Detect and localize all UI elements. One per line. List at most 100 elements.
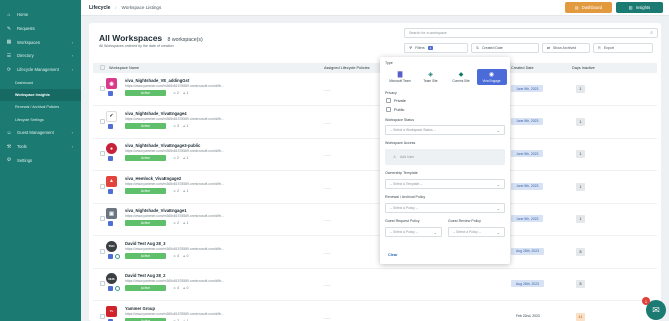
workspace-url[interactable]: https://www.yammer.com/m365x81578589.onm… (125, 214, 245, 218)
assigned-policy: ----- (324, 152, 331, 157)
guest-review-select[interactable]: -- Select a Policy -- ⌄ (448, 227, 505, 237)
table-row[interactable]: NHS David Test Aug 28_2 https://www.yammer… (93, 269, 657, 301)
workspace-url[interactable]: https://www.yammer.com/m365x81578589.onm… (125, 312, 245, 316)
table-row[interactable]: ● viva_Nightshade_VivaEngage3-public https… (93, 139, 657, 171)
type-tile-comms-site[interactable]: ◆ Comms Site (446, 69, 476, 85)
row-checkbox[interactable] (100, 183, 105, 189)
sidebar-item-settings[interactable]: ⚙ Settings (0, 153, 81, 167)
days-inactive: 1 (576, 215, 585, 223)
type-tile-microsoft-team[interactable]: ▇ Microsoft Team (385, 69, 415, 85)
sidebar-subitem-dashboard[interactable]: Dashboard (0, 76, 81, 88)
workspace-url[interactable]: https://www.yammer.com/m365x81578589.onm… (125, 149, 245, 153)
dashboard-button[interactable]: ▤ Dashboard (565, 2, 612, 13)
row-checkbox[interactable] (100, 86, 105, 91)
status-select[interactable]: -- Select a Workspace Status -- ⌄ (385, 125, 505, 135)
workspace-logo: ● (106, 143, 117, 154)
insights-button-label: Insights (635, 5, 651, 10)
members-count: ☺ 4 (173, 286, 179, 290)
tools-icon: ⚒ (6, 143, 12, 150)
privacy-private-option[interactable]: Private (386, 98, 406, 103)
workspace-url[interactable]: https://www.yammer.com/m365x81578589.onm… (125, 117, 245, 121)
created-date: June 5th, 2023 (511, 150, 544, 157)
column-days-inactive[interactable]: Days Inactive (572, 66, 595, 70)
sidebar-item-lifecycle-management[interactable]: ⟳ Lifecycle Management › (0, 63, 81, 77)
row-checkbox[interactable] (100, 118, 105, 124)
workspace-name[interactable]: viva_Nightshade_VE_addingGst (125, 78, 189, 83)
search-input[interactable]: Search for a workspace ⌕ (404, 28, 658, 38)
chevron-down-icon: ⌄ (496, 205, 500, 211)
table-row[interactable]: ◉ viva_Nightshade_VE_addingGst https://www… (93, 74, 657, 106)
table-row[interactable]: ✓ viva_Nightshade_VivaEngage4 https://www.… (93, 107, 657, 139)
gear-icon: ⚙ (6, 157, 12, 164)
workspace-name[interactable]: viva_Nightshade_VivaEngage1 (125, 208, 187, 213)
column-workspace-name[interactable]: Workspace Name (109, 66, 139, 70)
add-user-field[interactable]: ♙ Add User (385, 149, 505, 165)
sidebar-item-directory[interactable]: ☰ Directory › (0, 49, 81, 63)
privacy-public-checkbox[interactable] (386, 107, 391, 112)
viva-engage-icon (108, 123, 113, 129)
table-row[interactable]: TED David Test Aug 28_3 https://www.yammer… (93, 237, 657, 269)
template-select[interactable]: -- Select a Template -- ⌄ (385, 179, 505, 189)
row-checkbox[interactable] (100, 151, 105, 156)
filters-button[interactable]: ⧩ Filters 4 (404, 43, 468, 53)
chat-icon: ✉ (652, 304, 660, 315)
workspace-name[interactable]: David Test Aug 28_3 (125, 241, 166, 246)
status-badge: Active (125, 122, 166, 129)
guest-review-label: Guest Review Policy (448, 219, 481, 223)
select-all-checkbox[interactable] (100, 65, 105, 70)
dashboard-icon: ▤ (574, 5, 579, 10)
assigned-policy: ----- (324, 282, 331, 287)
type-tile-team-site[interactable]: ◈ Team Site (416, 69, 446, 85)
type-tile-viva-engage[interactable]: ◉ Viva Engage (476, 69, 507, 85)
row-checkbox[interactable] (100, 216, 105, 221)
sidebar-item-tools[interactable]: ⚒ Tools › (0, 140, 81, 154)
sidebar-item-requests[interactable]: ✎ Requests (0, 22, 81, 36)
insights-button[interactable]: ▥ Insights (616, 2, 663, 13)
show-archived-toggle[interactable]: ⇄ Show Archived (542, 43, 590, 53)
sidebar-subitem-renewal-archival-policies[interactable]: Renewal / Archival Policies (0, 101, 81, 113)
sidebar-item-label: Workspaces (17, 39, 40, 45)
sidebar-item-guest-management[interactable]: ☺ Guest Management › (0, 126, 81, 140)
table-row[interactable]: ▣ viva_Nightshade_VivaEngage1 https://www.… (93, 204, 657, 236)
workspace-name[interactable]: viva_Hemlock_VivaEngage2 (125, 176, 181, 181)
sidebar-subitem-lifecycle-settings[interactable]: Lifecycle Settings (0, 114, 81, 126)
workspace-url[interactable]: https://www.yammer.com/m365x81578589.onm… (125, 279, 245, 283)
sidebar-subitem-workspace-insights[interactable]: Workspace Insights (0, 88, 81, 102)
sidebar-item-workspaces[interactable]: ▦ Workspaces › (0, 35, 81, 49)
workspace-name[interactable]: David Test Aug 28_2 (125, 273, 166, 278)
search-icon[interactable]: ⌕ (650, 30, 653, 36)
breadcrumb-app[interactable]: Lifecycle (89, 5, 110, 11)
row-checkbox[interactable] (100, 313, 105, 319)
created-date: Aug 28th, 2023 (511, 280, 545, 287)
row-checkbox[interactable] (100, 281, 105, 286)
sort-created-date-button[interactable]: ⇅ Created Date (471, 43, 539, 53)
column-policies[interactable]: Assigned Lifecycle Policies (324, 66, 370, 70)
guests-count: ♙ 1 (182, 123, 189, 128)
chevron-right-icon: › (71, 53, 73, 59)
policy-select[interactable]: -- Select a Policy -- ⌄ (385, 203, 505, 213)
chat-notification-badge: 1 (642, 297, 650, 305)
sidebar-item-home[interactable]: ⌂ Home (0, 8, 81, 22)
privacy-public-option[interactable]: Public (386, 107, 404, 112)
type-tile-label: Team Site (423, 79, 438, 83)
viva-engage-icon (108, 253, 113, 259)
guest-icon: ☺ (6, 129, 12, 136)
table-row[interactable]: YL Yammer Group https://www.yammer.com/m36… (93, 302, 657, 321)
toolbar: ⧩ Filters 4 ⇅ Created Date ⇄ Show Archiv… (404, 43, 653, 53)
workspace-url[interactable]: https://www.yammer.com/m365x81578589.onm… (125, 247, 245, 251)
table-row[interactable]: ▲ viva_Hemlock_VivaEngage2 https://www.yam… (93, 172, 657, 204)
workspace-url[interactable]: https://www.yammer.com/m365x81578589.onm… (125, 84, 245, 88)
sync-icon (115, 286, 120, 291)
column-created-date[interactable]: Created Date (511, 66, 534, 70)
workspace-name[interactable]: Yammer Group (125, 306, 155, 311)
row-checkbox[interactable] (100, 248, 105, 254)
clear-filters-button[interactable]: Clear (388, 253, 398, 257)
privacy-private-checkbox[interactable] (386, 98, 391, 103)
workspace-name[interactable]: viva_Nightshade_VivaEngage4 (125, 111, 187, 116)
workspace-url[interactable]: https://www.yammer.com/m365x81578589.onm… (125, 182, 245, 186)
export-button[interactable]: ⎘ Export (593, 43, 653, 53)
guest-request-select[interactable]: -- Select a Policy -- ⌄ (385, 227, 442, 237)
sidebar-item-label: Directory (17, 53, 34, 59)
workspace-name[interactable]: viva_Nightshade_VivaEngage3-public (125, 143, 200, 148)
sidebar-item-label: Tools (17, 144, 27, 150)
